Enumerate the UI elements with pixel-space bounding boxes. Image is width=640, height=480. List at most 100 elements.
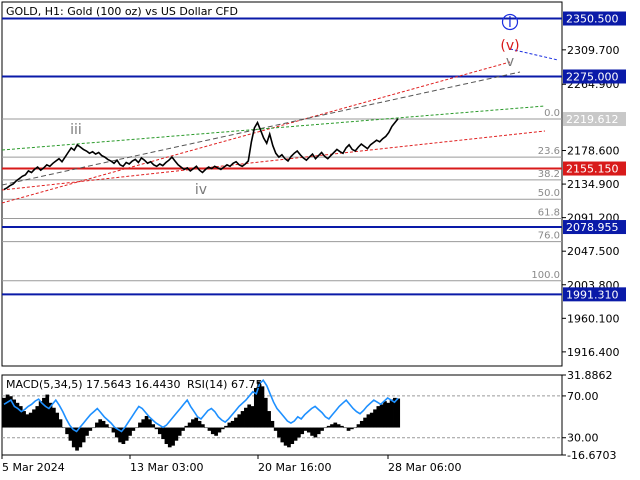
macd-bar bbox=[191, 419, 195, 428]
macd-bar bbox=[340, 425, 344, 428]
macd-label: MACD(5,34,5) 17.5643 16.4430 bbox=[6, 378, 181, 391]
macd-bar bbox=[280, 427, 285, 443]
indicator-tick-label: -16.6703 bbox=[567, 449, 616, 462]
macd-bar bbox=[61, 427, 66, 429]
macd-bar bbox=[336, 424, 341, 428]
macd-bar bbox=[250, 406, 255, 428]
macd-bar bbox=[45, 394, 50, 428]
macd-bar bbox=[343, 427, 348, 429]
macd-bar bbox=[300, 427, 305, 435]
macd-bar bbox=[356, 424, 361, 428]
macd-bar bbox=[154, 427, 159, 430]
macd-bar bbox=[171, 427, 175, 446]
macd-bar bbox=[91, 427, 96, 429]
macd-bar bbox=[161, 427, 165, 440]
fib-label: 38.2 bbox=[538, 169, 560, 180]
macd-bar bbox=[214, 427, 218, 436]
macd-bar bbox=[363, 417, 367, 428]
macd-bar bbox=[81, 427, 86, 443]
horizontal-levels bbox=[2, 17, 562, 296]
macd-bar bbox=[88, 427, 93, 431]
price-tag-label: 2219.612 bbox=[566, 113, 619, 126]
macd-bar bbox=[25, 414, 30, 428]
fibonacci-levels: 0.0 23.6 38.2 50.0 61.8 76.0 100.0 bbox=[2, 108, 562, 282]
macd-bar bbox=[330, 424, 334, 428]
macd-bar bbox=[277, 427, 281, 438]
price-tick-label: 2047.500 bbox=[567, 245, 620, 258]
macd-bar bbox=[237, 414, 242, 428]
macd-bar bbox=[227, 422, 232, 428]
price-series bbox=[3, 118, 399, 191]
time-tick-label: 5 Mar 2024 bbox=[2, 461, 65, 474]
fib-label: 76.0 bbox=[538, 231, 560, 242]
macd-bar bbox=[353, 427, 358, 429]
fib-label: 61.8 bbox=[538, 208, 560, 219]
price-line bbox=[3, 118, 399, 191]
time-tick-label: 13 Mar 03:00 bbox=[130, 461, 203, 474]
price-tick-label: 2178.600 bbox=[567, 145, 620, 158]
macd-bar bbox=[283, 427, 288, 446]
macd-bar bbox=[217, 427, 222, 433]
macd-bar bbox=[323, 427, 328, 429]
macd-bar bbox=[224, 425, 228, 428]
macd-bar bbox=[369, 412, 374, 428]
macd-bar bbox=[297, 427, 301, 438]
macd-bar bbox=[52, 407, 56, 428]
price-tick-label: 2309.700 bbox=[567, 44, 620, 57]
time-tick-label: 28 Mar 06:00 bbox=[388, 461, 461, 474]
macd-bar bbox=[270, 420, 275, 428]
macd-bar bbox=[2, 397, 7, 428]
macd-bar bbox=[359, 420, 364, 428]
macd-bar bbox=[263, 397, 268, 428]
macd-bar bbox=[78, 427, 83, 448]
macd-bar bbox=[15, 402, 20, 428]
macd-bar bbox=[310, 427, 314, 436]
macd-bar bbox=[247, 404, 252, 428]
macd-bar bbox=[38, 401, 43, 428]
macd-bar bbox=[383, 401, 387, 428]
macd-bar bbox=[313, 427, 318, 438]
time-tick-label: 20 Mar 16:00 bbox=[258, 461, 331, 474]
price-tick-label: 1960.100 bbox=[567, 312, 620, 325]
macd-bar bbox=[58, 419, 63, 428]
price-tick-label: 2134.900 bbox=[567, 178, 620, 191]
macd-bar bbox=[141, 419, 146, 428]
macd-bar bbox=[5, 394, 10, 428]
macd-bar bbox=[273, 427, 278, 431]
macd-bar bbox=[389, 399, 394, 428]
macd-bar bbox=[28, 412, 33, 428]
macd-bar bbox=[373, 409, 377, 428]
macd-bar bbox=[220, 427, 225, 430]
macd-bar bbox=[128, 427, 132, 436]
main-plot-frame bbox=[1, 1, 563, 367]
macd-bar bbox=[157, 427, 162, 435]
macd-bar bbox=[148, 419, 152, 428]
macd-bar bbox=[124, 427, 129, 441]
fib-label: 100.0 bbox=[531, 270, 560, 281]
price-chart: GOLD, H1: Gold (100 oz) vs US Dollar CFD… bbox=[1, 1, 626, 474]
wave-label: v bbox=[506, 54, 514, 70]
macd-bar bbox=[244, 407, 248, 428]
macd-bar bbox=[194, 417, 199, 428]
indicator-tick-label: 70.00 bbox=[567, 390, 599, 403]
time-axis: 5 Mar 2024 13 Mar 03:00 20 Mar 16:00 28 Mar… bbox=[1, 455, 461, 474]
indicator-tick-label: 30.00 bbox=[567, 432, 599, 445]
macd-bar bbox=[197, 420, 202, 428]
macd-bar bbox=[207, 427, 212, 431]
price-tag-label: 2350.500 bbox=[566, 13, 619, 26]
macd-bar bbox=[104, 424, 109, 428]
macd-bar bbox=[138, 422, 142, 428]
macd-bar bbox=[174, 427, 179, 441]
macd-bar bbox=[333, 422, 338, 428]
price-tag-label: 2275.000 bbox=[566, 70, 619, 83]
macd-bar bbox=[85, 427, 89, 436]
macd-bar bbox=[32, 409, 36, 428]
indicator-pane: MACD(5,34,5) 17.5643 16.4430 RSI(14) 67.7… bbox=[2, 369, 616, 462]
macd-bar bbox=[349, 427, 354, 430]
indicator-tick-label: 31.8862 bbox=[567, 369, 613, 382]
macd-bar bbox=[234, 417, 238, 428]
price-axis: 2309.7002264.9002178.6002134.9002091.200… bbox=[562, 44, 620, 359]
price-tag-label: 1991.310 bbox=[566, 288, 619, 301]
wave-label: (v) bbox=[500, 38, 519, 54]
macd-bar bbox=[376, 406, 381, 428]
